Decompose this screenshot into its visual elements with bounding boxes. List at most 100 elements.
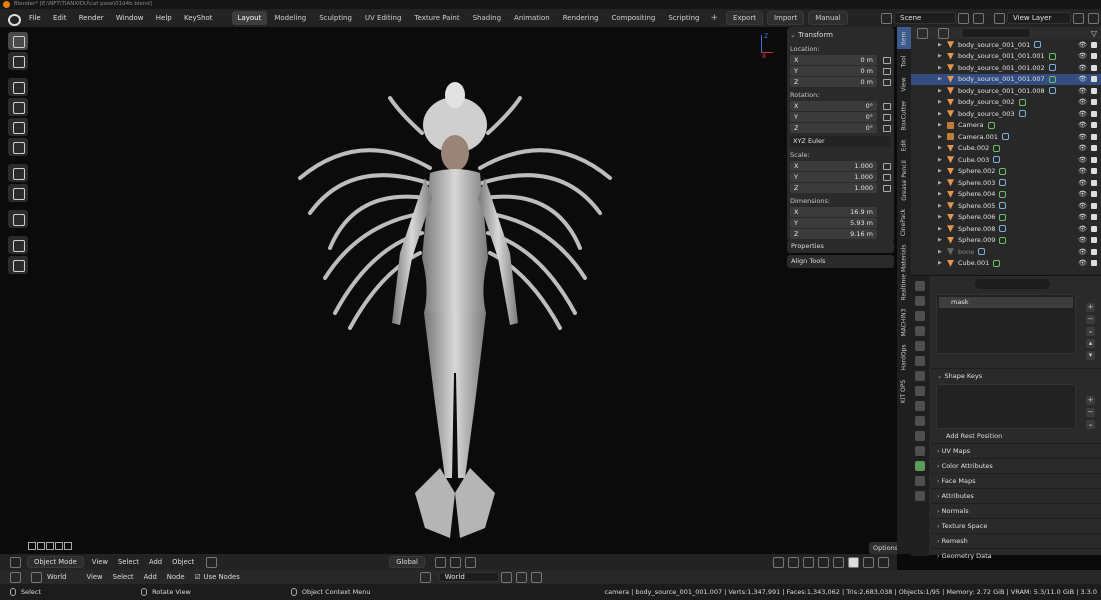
modifier-tab-icon[interactable]: [915, 401, 925, 411]
render-camera-icon[interactable]: [1091, 237, 1097, 244]
expand-arrow-icon[interactable]: ▶: [938, 122, 942, 128]
particles-tab-icon[interactable]: [915, 416, 925, 426]
outliner-item[interactable]: ▶ body_source_001_001 👁: [911, 39, 1101, 51]
proportional-edit-icon[interactable]: [464, 556, 476, 568]
expand-arrow-icon[interactable]: ▶: [938, 88, 942, 94]
geometry-data-section[interactable]: Geometry Data: [931, 548, 1101, 563]
render-camera-icon[interactable]: [1091, 156, 1097, 163]
visibility-eye-icon[interactable]: 👁: [1078, 248, 1087, 256]
expand-arrow-icon[interactable]: ▶: [938, 145, 942, 151]
node-menu-view[interactable]: View: [86, 573, 102, 581]
move-up-button[interactable]: ▴: [1086, 339, 1095, 348]
measure-tool-icon[interactable]: [8, 184, 28, 202]
rotate-tool-icon[interactable]: [8, 98, 28, 116]
sidebar-tab-edit[interactable]: Edit: [897, 135, 911, 155]
new-world-icon[interactable]: [515, 571, 527, 583]
wireframe-shading-icon[interactable]: [833, 556, 844, 568]
xray-icon[interactable]: [818, 556, 829, 568]
visibility-eye-icon[interactable]: 👁: [1078, 110, 1087, 118]
visibility-eye-icon[interactable]: 👁: [1078, 236, 1087, 244]
outliner-item[interactable]: ▶ Sphere.006 👁: [911, 212, 1101, 224]
hardops-tool-icon[interactable]: [8, 256, 28, 274]
pin-icon[interactable]: [530, 571, 542, 583]
outliner-item[interactable]: ▶ Camera.001 👁: [911, 131, 1101, 143]
view-layer-field[interactable]: View Layer: [1007, 12, 1071, 24]
menu-object[interactable]: Object: [172, 558, 194, 566]
menu-help[interactable]: Help: [151, 14, 177, 22]
select-extend-icon[interactable]: [37, 542, 45, 550]
sidebar-tab-cinepack[interactable]: CinePack: [897, 205, 911, 239]
texture-space-section[interactable]: Texture Space: [931, 518, 1101, 533]
normals-section[interactable]: Normals: [931, 503, 1101, 518]
outliner-item[interactable]: ▶ Sphere.008 👁: [911, 223, 1101, 235]
outliner-item[interactable]: ▶ Sphere.003 👁: [911, 177, 1101, 189]
vertex-groups-list[interactable]: mask: [936, 294, 1076, 354]
tab-layout[interactable]: Layout: [231, 11, 268, 25]
export-button[interactable]: Export: [726, 11, 763, 25]
shape-key-menu-button[interactable]: ⌄: [1086, 420, 1095, 429]
tab-rendering[interactable]: Rendering: [557, 11, 605, 25]
editor-type-icon[interactable]: [10, 556, 21, 568]
boxcutter-tool-icon[interactable]: [8, 236, 28, 254]
rotation-z-field[interactable]: Z 0°: [790, 123, 877, 133]
material-shading-icon[interactable]: [863, 556, 874, 568]
expand-arrow-icon[interactable]: ▶: [938, 226, 942, 232]
expand-arrow-icon[interactable]: ▶: [938, 180, 942, 186]
visibility-eye-icon[interactable]: 👁: [1078, 179, 1087, 187]
axis-gizmo[interactable]: Z X: [752, 33, 773, 63]
face-maps-section[interactable]: Face Maps: [931, 473, 1101, 488]
sidebar-tab-realtime-materials[interactable]: Realtime Materials: [897, 241, 911, 303]
tab-animation[interactable]: Animation: [508, 11, 556, 25]
select-invert-icon[interactable]: [55, 542, 63, 550]
menu-edit[interactable]: Edit: [48, 14, 72, 22]
sidebar-tab-boxcutter[interactable]: BoxCutter: [897, 97, 911, 133]
visibility-eye-icon[interactable]: 👁: [1078, 52, 1087, 60]
world-icon[interactable]: [31, 571, 42, 583]
render-camera-icon[interactable]: [1091, 53, 1097, 60]
visibility-eye-icon[interactable]: 👁: [1078, 202, 1087, 210]
visibility-eye-icon[interactable]: 👁: [1078, 225, 1087, 233]
object-tab-icon[interactable]: [915, 386, 925, 396]
overlay-icon[interactable]: [803, 556, 814, 568]
outliner-item[interactable]: ▶ Camera 👁: [911, 120, 1101, 132]
tab-shading[interactable]: Shading: [467, 11, 507, 25]
lock-icon[interactable]: [883, 67, 891, 75]
tab-sculpting[interactable]: Sculpting: [313, 11, 358, 25]
menu-select[interactable]: Select: [118, 558, 139, 566]
add-rest-position-toggle[interactable]: Add Rest Position: [931, 429, 1101, 443]
menu-view[interactable]: View: [92, 558, 108, 566]
tab-modeling[interactable]: Modeling: [268, 11, 312, 25]
expand-arrow-icon[interactable]: ▶: [938, 157, 942, 163]
move-down-button[interactable]: ▾: [1086, 351, 1095, 360]
scale-y-field[interactable]: Y 1.000: [790, 172, 877, 182]
dimensions-z-field[interactable]: Z 9.16 m: [790, 229, 877, 239]
visibility-icon[interactable]: [773, 556, 784, 568]
expand-arrow-icon[interactable]: ▶: [938, 111, 942, 117]
outliner-item[interactable]: ▶ Sphere.005 👁: [911, 200, 1101, 212]
render-camera-icon[interactable]: [1091, 87, 1097, 94]
sidebar-tab-hardops[interactable]: HardOps: [897, 341, 911, 373]
outliner-item[interactable]: ▶ bone 👁: [911, 246, 1101, 258]
lock-icon[interactable]: [883, 113, 891, 121]
remove-vertex-group-button[interactable]: −: [1086, 315, 1095, 324]
sidebar-tab-item[interactable]: Item: [897, 27, 911, 49]
attributes-section[interactable]: Attributes: [931, 488, 1101, 503]
lock-icon[interactable]: [883, 173, 891, 181]
world-datablock-field[interactable]: World: [438, 572, 499, 582]
tab-uv-editing[interactable]: UV Editing: [359, 11, 408, 25]
fake-user-icon[interactable]: [500, 571, 512, 583]
rotation-mode-dropdown[interactable]: XYZ Euler: [790, 136, 891, 147]
rotation-x-field[interactable]: X 0°: [790, 101, 877, 111]
scene-icon[interactable]: [881, 12, 892, 24]
location-x-field[interactable]: X0 m: [790, 55, 877, 65]
funnel-icon[interactable]: ▽: [1091, 29, 1097, 38]
lock-icon[interactable]: [883, 56, 891, 64]
menu-keyshot[interactable]: KeyShot: [179, 14, 218, 22]
uv-maps-section[interactable]: UV Maps: [931, 443, 1101, 458]
render-tab-icon[interactable]: [915, 296, 925, 306]
view-layer-tab-icon[interactable]: [915, 326, 925, 336]
expand-arrow-icon[interactable]: ▶: [938, 65, 942, 71]
expand-arrow-icon[interactable]: ▶: [938, 168, 942, 174]
physics-tab-icon[interactable]: [915, 431, 925, 441]
manual-button[interactable]: Manual: [808, 11, 848, 25]
